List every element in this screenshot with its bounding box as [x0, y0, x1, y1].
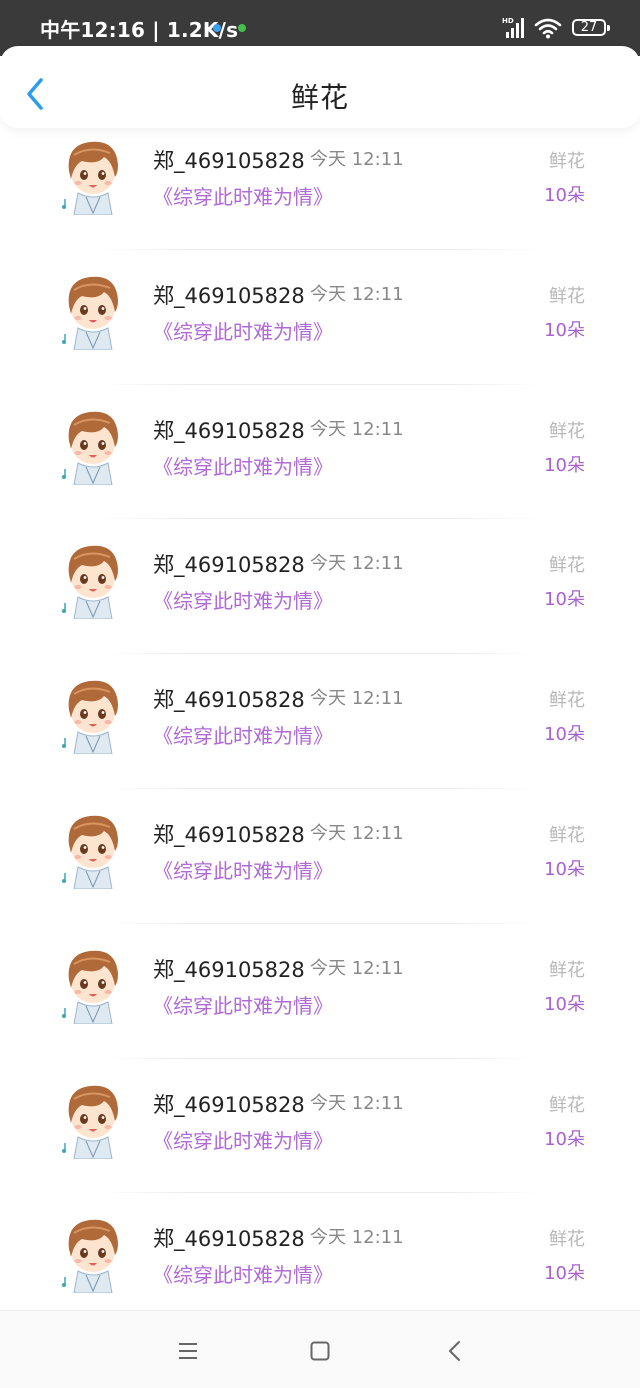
username: 郑_469105828: [153, 1227, 305, 1252]
list-item[interactable]: 郑_469105828 今天 12:11 《综穿此时难为情》 鲜花 10朵: [0, 789, 640, 924]
gift-count: 10朵: [544, 185, 585, 206]
wifi-icon: [534, 18, 562, 39]
book-title-link[interactable]: 《综穿此时难为情》: [153, 1259, 333, 1288]
gift-type-label: 鲜花: [549, 151, 585, 172]
list-item[interactable]: 郑_469105828 今天 12:11 《综穿此时难为情》 鲜花 10朵: [0, 385, 640, 520]
list-item[interactable]: 郑_469105828 今天 12:11 《综穿此时难为情》 鲜花 10朵: [0, 125, 640, 250]
list-item[interactable]: 郑_469105828 今天 12:11 《综穿此时难为情》 鲜花 10朵: [0, 1059, 640, 1194]
gift-type-label: 鲜花: [549, 1094, 585, 1116]
avatar: [62, 1220, 118, 1294]
username: 郑_469105828: [153, 418, 305, 443]
status-time-network: 中午12:16 | 1.2K/s: [40, 18, 239, 42]
book-title-link[interactable]: 《综穿此时难为情》: [153, 1125, 333, 1154]
gift-type-label: 鲜花: [549, 420, 585, 442]
username: 郑_469105828: [153, 957, 305, 982]
avatar: [62, 815, 118, 889]
avatar: [62, 950, 118, 1024]
gift-count: 10朵: [544, 454, 585, 476]
gift-count: 10朵: [544, 724, 585, 746]
username: 郑_469105828: [153, 283, 305, 308]
avatar: [62, 411, 118, 485]
signal-icon: HD: [502, 17, 524, 38]
username: 郑_469105828: [153, 822, 305, 847]
list-item[interactable]: 郑_469105828 今天 12:11 《综穿此时难为情》 鲜花 10朵: [0, 924, 640, 1059]
gift-count: 10朵: [544, 993, 585, 1015]
gift-count: 10朵: [544, 858, 585, 880]
username: 郑_469105828: [153, 149, 305, 173]
gift-type-label: 鲜花: [549, 959, 585, 981]
timestamp: 今天 12:11: [310, 553, 404, 575]
hd-label: HD: [502, 17, 514, 25]
avatar: [62, 1085, 118, 1159]
username: 郑_469105828: [153, 553, 305, 578]
gift-count: 10朵: [544, 1128, 585, 1150]
book-title-link[interactable]: 《综穿此时难为情》: [153, 990, 333, 1019]
book-title-link[interactable]: 《综穿此时难为情》: [153, 181, 333, 210]
gift-type-label: 鲜花: [549, 690, 585, 712]
list-item[interactable]: 郑_469105828 今天 12:11 《综穿此时难为情》 鲜花 10朵: [0, 654, 640, 789]
gift-type-label: 鲜花: [549, 1229, 585, 1251]
avatar: [62, 546, 118, 620]
gift-type-label: 鲜花: [549, 555, 585, 577]
book-title-link[interactable]: 《综穿此时难为情》: [153, 316, 333, 345]
battery-icon: 27: [572, 19, 610, 36]
gift-type-label: 鲜花: [549, 285, 585, 307]
gift-type-label: 鲜花: [549, 824, 585, 846]
timestamp: 今天 12:11: [310, 1092, 404, 1114]
book-title-link[interactable]: 《综穿此时难为情》: [153, 855, 333, 884]
notification-dot-green: [238, 24, 246, 32]
timestamp: 今天 12:11: [310, 822, 404, 844]
username: 郑_469105828: [153, 688, 305, 713]
notification-dot-blue: [213, 24, 221, 32]
book-title-link[interactable]: 《综穿此时难为情》: [153, 451, 333, 480]
avatar: [62, 141, 118, 215]
timestamp: 今天 12:11: [310, 1227, 404, 1249]
book-title-link[interactable]: 《综穿此时难为情》: [153, 720, 333, 749]
username: 郑_469105828: [153, 1092, 305, 1117]
list-item[interactable]: 郑_469105828 今天 12:11 《综穿此时难为情》 鲜花 10朵: [0, 1193, 640, 1310]
gift-count: 10朵: [544, 319, 585, 341]
book-title-link[interactable]: 《综穿此时难为情》: [153, 585, 333, 614]
avatar: [62, 276, 118, 350]
list-item[interactable]: 郑_469105828 今天 12:11 《综穿此时难为情》 鲜花 10朵: [0, 519, 640, 655]
timestamp: 今天 12:11: [310, 418, 404, 440]
menu-icon[interactable]: [170, 1333, 206, 1369]
timestamp: 今天 12:11: [310, 283, 404, 305]
flower-record-list[interactable]: 郑_469105828 今天 12:11 《综穿此时难为情》 鲜花 10朵 郑_…: [0, 125, 640, 1310]
list-item[interactable]: 郑_469105828 今天 12:11 《综穿此时难为情》 鲜花 10朵: [0, 250, 640, 385]
gift-count: 10朵: [544, 1263, 585, 1285]
page-title: 鲜花: [290, 81, 349, 114]
home-square-icon[interactable]: [302, 1333, 338, 1369]
timestamp: 今天 12:11: [310, 688, 404, 710]
back-chevron-icon[interactable]: [437, 1333, 473, 1369]
timestamp: 今天 12:11: [310, 149, 404, 170]
avatar: [62, 680, 118, 755]
gift-count: 10朵: [544, 589, 585, 611]
system-nav-bar: [0, 1310, 640, 1388]
timestamp: 今天 12:11: [310, 957, 404, 979]
header: 鲜花: [0, 46, 640, 128]
